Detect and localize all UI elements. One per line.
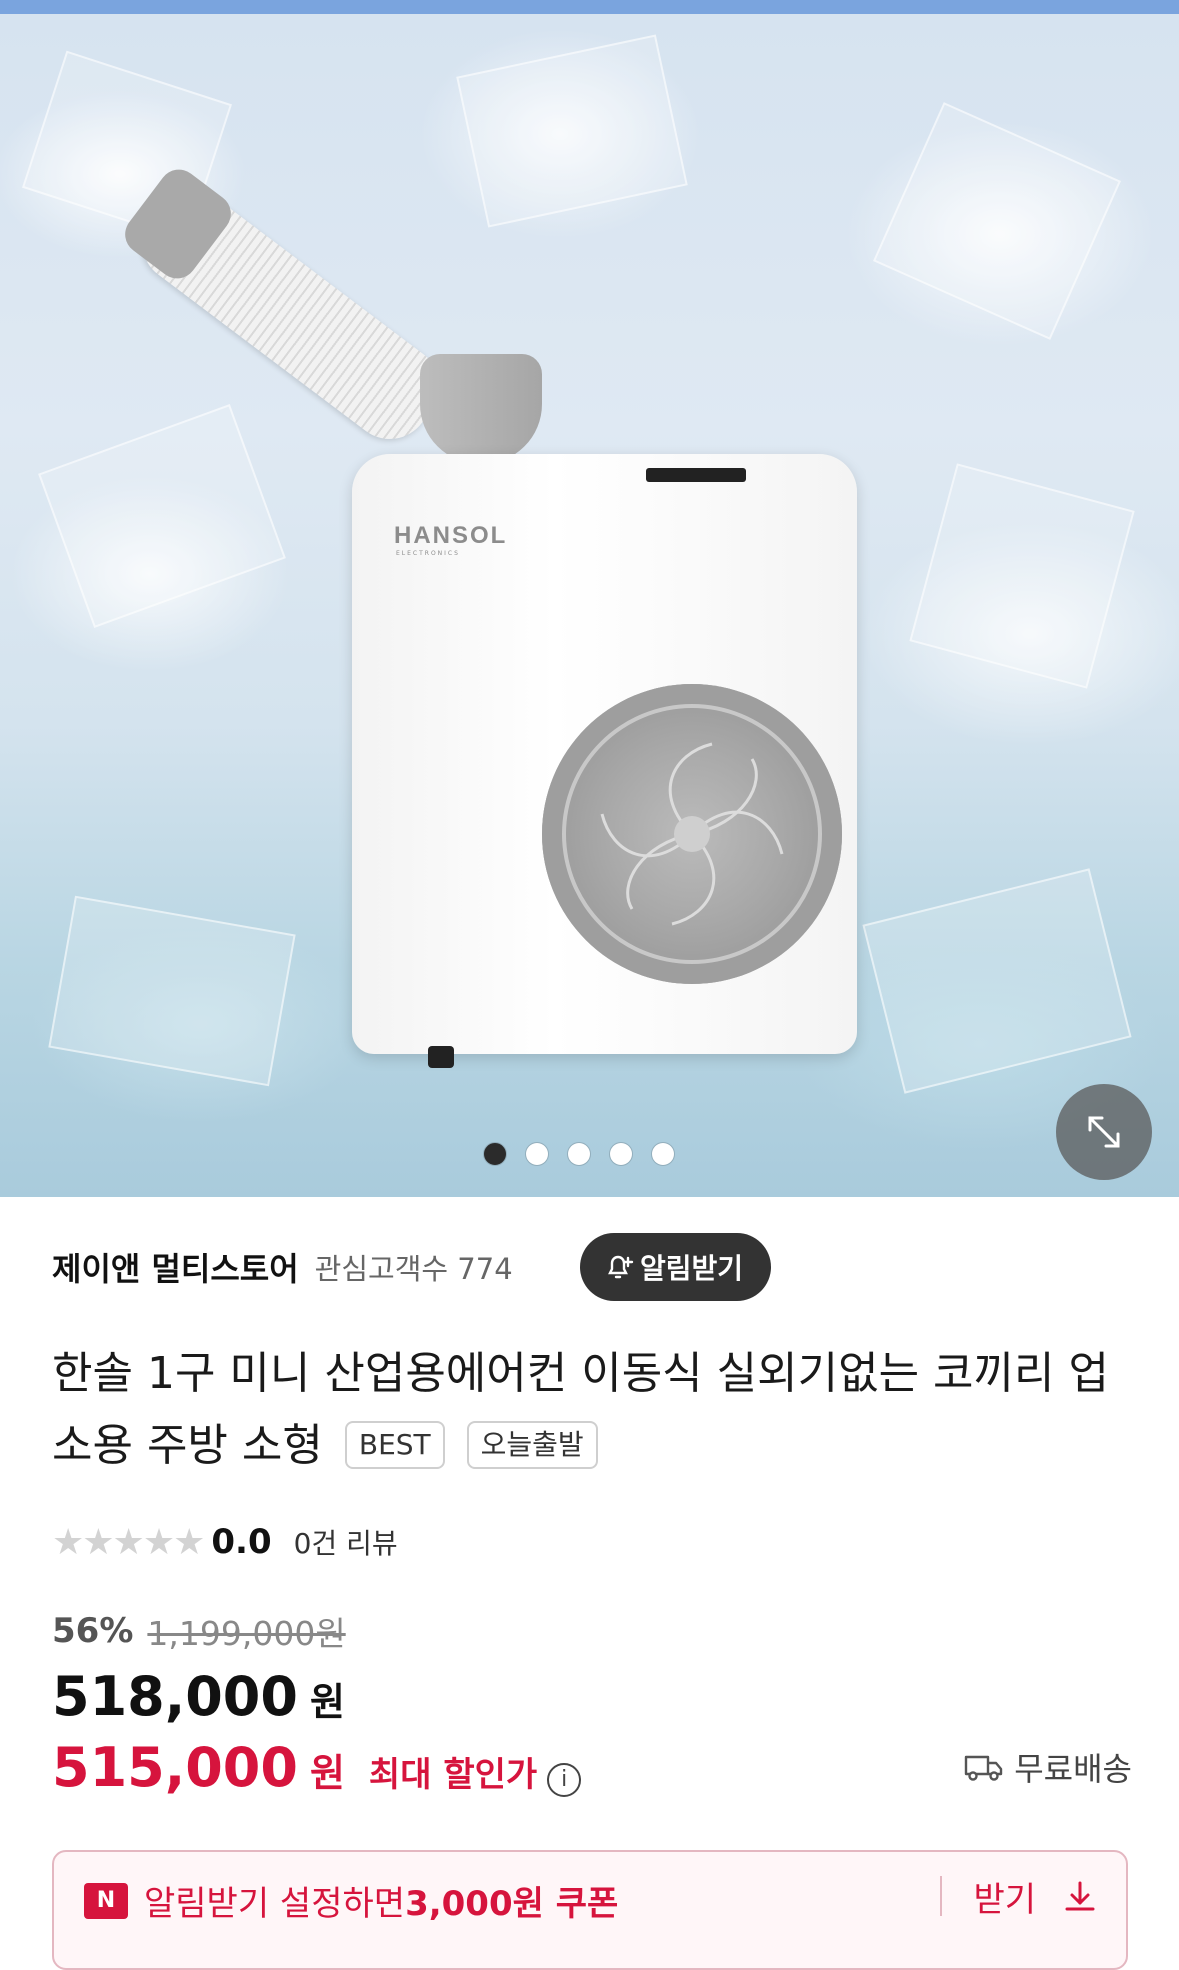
coupon-text: N 알림받기 설정하면 3,000원 쿠폰	[84, 1876, 618, 1925]
coupon-banner[interactable]: N 알림받기 설정하면 3,000원 쿠폰 받기	[52, 1850, 1128, 1970]
air-conditioner-unit: HANSOL ELECTRONICS	[352, 454, 857, 1054]
rating-stars: ★★★★★	[52, 1521, 205, 1563]
ice-cube	[862, 868, 1132, 1094]
tag-best: BEST	[344, 1421, 445, 1469]
store-fans-count: 관심고객수 774	[314, 1252, 513, 1286]
rating-row[interactable]: ★★★★★ 0.0 0건 리뷰	[52, 1516, 398, 1568]
unit-wheel	[428, 1046, 454, 1068]
coupon-get-button[interactable]: 받기	[973, 1872, 1098, 1921]
best-price-label: 최대 할인가	[368, 1755, 538, 1795]
sale-price: 518,000	[52, 1665, 298, 1728]
best-price-unit: 원	[309, 1751, 345, 1795]
ice-cube	[456, 34, 688, 228]
carousel-dot[interactable]	[568, 1143, 590, 1165]
discount-percent: 56%	[52, 1611, 134, 1651]
review-count-link[interactable]: 0건 리뷰	[294, 1522, 398, 1562]
truck-icon	[965, 1755, 1003, 1781]
original-price: 1,199,000원	[147, 1614, 346, 1653]
shipping-label: 무료배송	[1014, 1750, 1132, 1788]
tag-ship-today: 오늘출발	[466, 1421, 598, 1469]
ice-cube	[48, 895, 296, 1087]
sale-price-unit: 원	[309, 1680, 345, 1724]
store-name-link[interactable]: 제이앤 멀티스토어	[52, 1244, 299, 1290]
info-icon[interactable]: i	[547, 1762, 582, 1797]
bell-plus-icon	[608, 1255, 634, 1279]
carousel-dot[interactable]	[610, 1143, 632, 1165]
fan-blades-icon	[600, 742, 784, 926]
naver-n-badge-icon: N	[84, 1882, 128, 1919]
store-notify-label: 알림받기	[640, 1252, 744, 1285]
hose-elbow	[420, 354, 542, 464]
sale-price-row: 518,000 원	[52, 1665, 345, 1728]
carousel-dots	[484, 1143, 674, 1165]
expand-image-button[interactable]	[1056, 1084, 1152, 1180]
carousel-dot[interactable]	[484, 1143, 506, 1165]
best-price: 515,000	[52, 1736, 298, 1799]
coupon-text-prefix: 알림받기 설정하면	[144, 1884, 406, 1924]
ice-cube	[38, 404, 286, 628]
shipping-info: 무료배송	[964, 1744, 1132, 1790]
rating-score: 0.0	[211, 1522, 272, 1562]
unit-display	[646, 468, 746, 482]
fan-grille	[542, 684, 842, 984]
ice-cube	[909, 463, 1135, 689]
product-image-carousel[interactable]: HANSOL ELECTRONICS	[0, 14, 1179, 1197]
carousel-dot[interactable]	[526, 1143, 548, 1165]
ice-cube	[873, 102, 1121, 340]
discount-row: 56% 1,199,000원	[52, 1604, 346, 1658]
download-icon	[1065, 1881, 1095, 1910]
carousel-dot[interactable]	[652, 1143, 674, 1165]
coupon-get-label: 받기	[973, 1880, 1036, 1920]
best-price-row: 515,000 원 최대 할인가 i 무료배송	[52, 1736, 1132, 1799]
product-title: 한솔 1구 미니 산업용에어컨 이동식 실외기없는 코끼리 업소용 주방 소형 …	[52, 1338, 1132, 1482]
store-notify-button[interactable]: 알림받기	[580, 1233, 772, 1301]
brand-sub-mark: ELECTRONICS	[396, 550, 460, 557]
store-info: 제이앤 멀티스토어 관심고객수 774 알림받기	[52, 1232, 1132, 1302]
expand-icon	[1088, 1116, 1120, 1148]
coupon-divider	[940, 1876, 942, 1916]
brand-mark: HANSOL	[394, 522, 508, 549]
top-status-bar	[0, 0, 1179, 14]
coupon-amount: 3,000원 쿠폰	[405, 1884, 619, 1924]
